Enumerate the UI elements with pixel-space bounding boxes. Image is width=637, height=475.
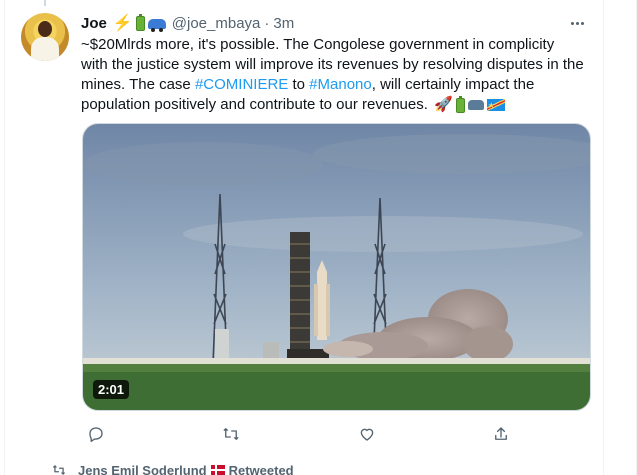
tweet-actions bbox=[81, 421, 521, 447]
tail-emojis: 🚀 bbox=[434, 95, 505, 116]
tweet-text-line: mines. The case #COMINIERE to #Manono, w… bbox=[81, 75, 591, 95]
retweet-button[interactable] bbox=[218, 421, 244, 447]
car-emoji-icon bbox=[467, 100, 484, 111]
reply-button[interactable] bbox=[83, 421, 109, 447]
battery-emoji-icon bbox=[135, 13, 145, 31]
heart-icon bbox=[360, 428, 374, 441]
reply-icon bbox=[89, 427, 103, 442]
tweet-text-line: population positively and contribute to … bbox=[81, 95, 591, 116]
denmark-flag-emoji-icon bbox=[210, 465, 225, 475]
like-button[interactable] bbox=[354, 421, 380, 447]
hashtag-link[interactable]: #Manono bbox=[309, 76, 372, 93]
more-options-button[interactable] bbox=[565, 13, 589, 33]
more-dot-icon bbox=[580, 21, 584, 25]
avatar[interactable] bbox=[21, 13, 69, 61]
avatar-head bbox=[38, 21, 52, 37]
share-button[interactable] bbox=[488, 421, 514, 447]
tweet-text-fragment: population positively and contribute to … bbox=[81, 96, 428, 113]
author-name[interactable]: Joe bbox=[81, 15, 107, 32]
car-emoji-icon bbox=[147, 19, 166, 32]
video-frame bbox=[83, 124, 590, 410]
tweet[interactable]: Joe ⚡ @joe_mbaya · 3m ~$20Mlrds more, it… bbox=[5, 0, 603, 458]
video-player[interactable]: 2:01 bbox=[82, 123, 591, 411]
retweet-context-icon bbox=[53, 465, 65, 475]
tweet-text: ~$20Mlrds more, it's possible. The Congo… bbox=[81, 35, 591, 116]
more-dot-icon bbox=[575, 21, 579, 25]
author-handle[interactable]: @joe_mbaya bbox=[172, 15, 261, 32]
avatar-shirt bbox=[31, 37, 59, 61]
lightning-emoji-icon: ⚡ bbox=[112, 15, 133, 32]
rocket-emoji-icon: 🚀 bbox=[434, 96, 453, 114]
retweet-icon bbox=[223, 428, 239, 440]
tweet-header: Joe ⚡ @joe_mbaya · 3m bbox=[81, 13, 294, 33]
retweeter-name[interactable]: Jens Emil Soderlund bbox=[78, 463, 207, 475]
battery-emoji-icon bbox=[455, 95, 465, 113]
hashtag-link[interactable]: #COMINIERE bbox=[195, 76, 288, 93]
drc-flag-emoji-icon bbox=[486, 96, 505, 116]
share-icon bbox=[495, 427, 507, 440]
tweet-text-line: with the justice system will improve its… bbox=[81, 56, 584, 73]
tweet-timestamp[interactable]: 3m bbox=[273, 15, 294, 32]
video-duration-badge: 2:01 bbox=[93, 380, 130, 399]
timeline-right-border bbox=[603, 0, 604, 475]
author-emojis: ⚡ bbox=[113, 13, 166, 33]
tweet-text-fragment: , will certainly impact the bbox=[371, 76, 535, 93]
more-dot-icon bbox=[570, 21, 574, 25]
header-separator: · bbox=[264, 14, 270, 32]
tweet-text-line: ~$20Mlrds more, it's possible. The Congo… bbox=[81, 36, 555, 53]
next-tweet-retweet-context[interactable]: Jens Emil Soderlund Retweeted bbox=[52, 461, 294, 475]
tweet-text-fragment: to bbox=[288, 76, 310, 93]
retweeted-label: Retweeted bbox=[228, 462, 294, 475]
tweet-text-fragment: mines. The case bbox=[81, 76, 195, 93]
